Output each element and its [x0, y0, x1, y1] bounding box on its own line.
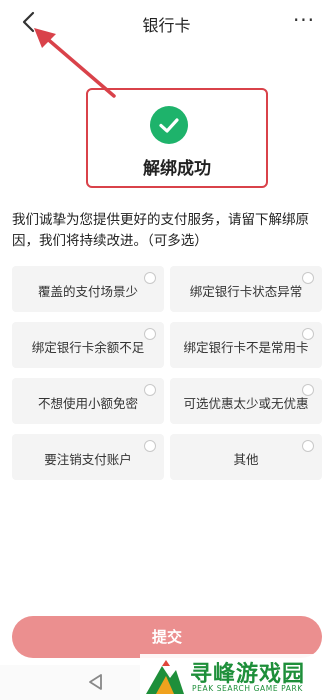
reason-option-label: 不想使用小额免密	[37, 396, 138, 411]
more-options-button[interactable]: ···	[291, 10, 317, 34]
reason-option-label: 要注销支付账户	[44, 452, 132, 467]
reason-option-8[interactable]: 其他	[170, 434, 322, 480]
reason-option-radio[interactable]	[144, 440, 156, 452]
reason-option-label: 可选优惠太少或无优惠	[183, 396, 309, 411]
submit-button[interactable]: 提交	[12, 616, 322, 658]
reason-option-label: 绑定银行卡状态异常	[189, 284, 303, 299]
watermark-subtitle: PEAK SEARCH GAME PARK	[192, 684, 303, 693]
reason-option-label: 覆盖的支付场景少	[37, 284, 138, 299]
reason-option-radio[interactable]	[144, 328, 156, 340]
reason-option-radio[interactable]	[144, 384, 156, 396]
success-check-icon	[150, 106, 188, 144]
watermark: 寻峰游戏园 PEAK SEARCH GAME PARK	[140, 654, 333, 700]
reason-option-label: 绑定银行卡不是常用卡	[183, 340, 309, 355]
reason-option-3[interactable]: 绑定银行卡余额不足	[12, 322, 164, 368]
reason-option-radio[interactable]	[302, 384, 314, 396]
reason-option-radio[interactable]	[144, 272, 156, 284]
reason-option-1[interactable]: 覆盖的支付场景少	[12, 266, 164, 312]
reason-option-5[interactable]: 不想使用小额免密	[12, 378, 164, 424]
reason-option-radio[interactable]	[302, 272, 314, 284]
reason-option-4[interactable]: 绑定银行卡不是常用卡	[170, 322, 322, 368]
reason-option-label: 其他	[233, 452, 259, 467]
reason-option-6[interactable]: 可选优惠太少或无优惠	[170, 378, 322, 424]
reason-option-label: 绑定银行卡余额不足	[31, 340, 145, 355]
reason-option-7[interactable]: 要注销支付账户	[12, 434, 164, 480]
success-highlight-box: 解绑成功	[86, 88, 268, 188]
nav-back-icon[interactable]	[88, 673, 104, 691]
reason-option-radio[interactable]	[302, 440, 314, 452]
reason-option-2[interactable]: 绑定银行卡状态异常	[170, 266, 322, 312]
reason-option-radio[interactable]	[302, 328, 314, 340]
success-message: 解绑成功	[143, 159, 211, 179]
reason-description: 我们诚挚为您提供更好的支付服务，请留下解绑原因，我们将持续改进。（可多选）	[12, 212, 309, 249]
watermark-logo-icon	[146, 660, 184, 694]
